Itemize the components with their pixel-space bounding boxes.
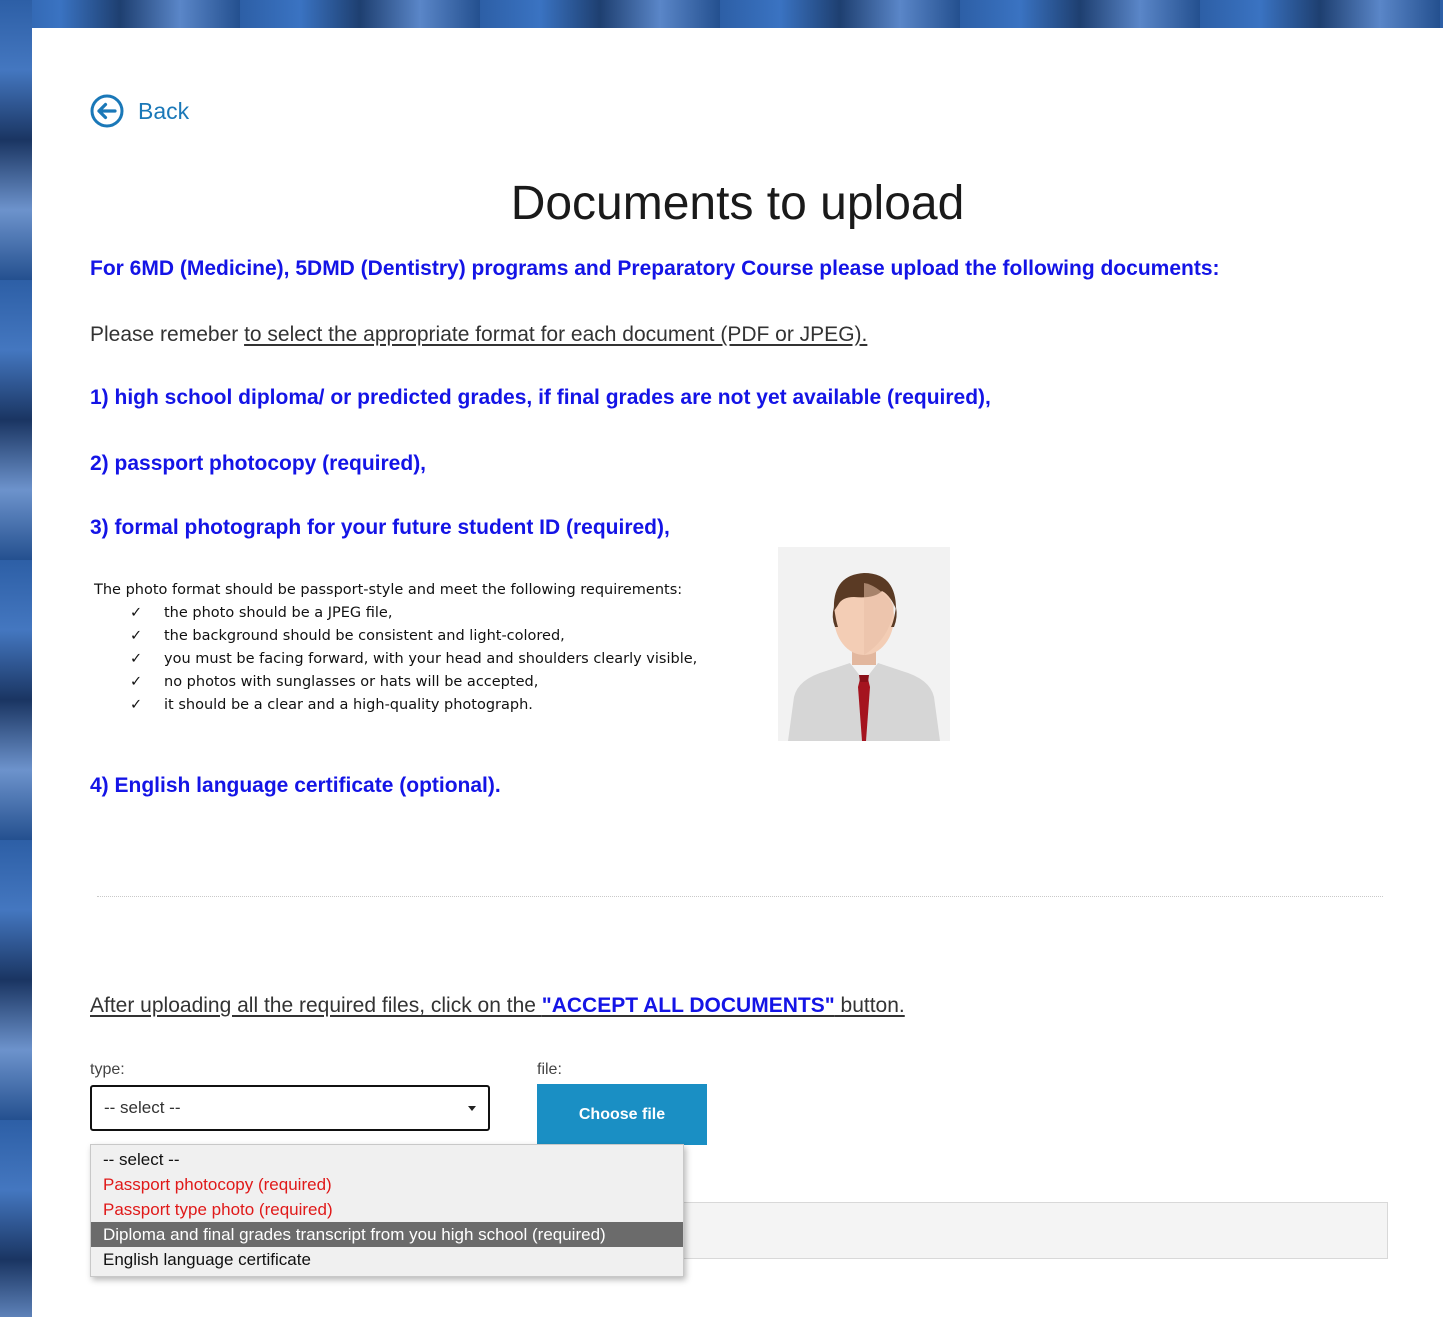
option-passport-photocopy[interactable]: Passport photocopy (required) xyxy=(91,1172,683,1197)
photo-requirement-text: you must be facing forward, with your he… xyxy=(164,651,698,667)
type-label: type: xyxy=(90,1061,125,1078)
accept-instruction-prefix: After uploading all the required files, … xyxy=(90,994,542,1017)
accept-all-documents-link[interactable]: "ACCEPT ALL DOCUMENTS" xyxy=(542,994,835,1017)
document-item-4: 4) English language certificate (optiona… xyxy=(90,774,501,797)
photo-requirement-item: ✓ you must be facing forward, with your h… xyxy=(130,648,697,671)
document-type-options: -- select -- Passport photocopy (require… xyxy=(90,1144,684,1277)
format-reminder: Please remeber to select the appropriate… xyxy=(90,323,867,347)
back-link[interactable]: Back xyxy=(90,94,189,128)
check-icon: ✓ xyxy=(130,628,143,644)
file-label: file: xyxy=(537,1061,562,1078)
option-diploma-transcript[interactable]: Diploma and final grades transcript from… xyxy=(91,1222,683,1247)
option-passport-type-photo[interactable]: Passport type photo (required) xyxy=(91,1197,683,1222)
format-reminder-prefix: Please remeber xyxy=(90,323,245,346)
option-select-placeholder[interactable]: -- select -- xyxy=(91,1147,683,1172)
caret-down-icon xyxy=(468,1105,476,1111)
photo-requirements-heading: The photo format should be passport-styl… xyxy=(94,582,683,598)
person-avatar-icon xyxy=(778,547,950,741)
photo-requirement-text: it should be a clear and a high-quality … xyxy=(164,697,533,713)
photo-requirements: The photo format should be passport-styl… xyxy=(94,579,697,717)
photo-requirement-text: the photo should be a JPEG file, xyxy=(164,605,393,621)
photo-requirement-item: ✓ no photos with sunglasses or hats will … xyxy=(130,671,697,694)
check-icon: ✓ xyxy=(130,605,143,621)
accept-instruction: After uploading all the required files, … xyxy=(90,994,905,1018)
back-label: Back xyxy=(138,97,190,124)
choose-file-button[interactable]: Choose file xyxy=(537,1084,707,1145)
check-icon: ✓ xyxy=(130,674,143,690)
uploaded-files-area xyxy=(682,1202,1388,1259)
content-panel: Back Documents to upload For 6MD (Medici… xyxy=(32,28,1443,1317)
background-banner-left xyxy=(0,0,32,1317)
photo-requirement-item: ✓ it should be a clear and a high-quality… xyxy=(130,694,697,717)
page-title: Documents to upload xyxy=(510,177,965,230)
section-divider xyxy=(97,896,1383,897)
circle-arrow-left-icon xyxy=(90,94,124,128)
photo-requirements-list: ✓ the photo should be a JPEG file, ✓ the b… xyxy=(94,602,697,717)
format-reminder-underlined: to select the appropriate format for eac… xyxy=(244,323,868,346)
photo-requirement-text: the background should be consistent and … xyxy=(164,628,565,644)
option-english-certificate[interactable]: English language certificate xyxy=(91,1247,683,1272)
check-icon: ✓ xyxy=(130,697,143,713)
example-photo-avatar xyxy=(778,547,950,741)
document-type-selected-value: -- select -- xyxy=(104,1098,181,1117)
photo-requirement-item: ✓ the background should be consistent and… xyxy=(130,625,697,648)
document-type-select[interactable]: -- select -- xyxy=(90,1085,490,1131)
document-item-1: 1) high school diploma/ or predicted gra… xyxy=(90,386,991,409)
photo-requirement-item: ✓ the photo should be a JPEG file, xyxy=(130,602,697,625)
document-item-3: 3) formal photograph for your future stu… xyxy=(90,516,670,539)
check-icon: ✓ xyxy=(130,651,143,667)
background-banner-top xyxy=(0,0,1443,28)
photo-requirement-text: no photos with sunglasses or hats will b… xyxy=(164,674,539,690)
document-item-2: 2) passport photocopy (required), xyxy=(90,452,427,475)
intro-text: For 6MD (Medicine), 5DMD (Dentistry) pro… xyxy=(90,257,1220,280)
accept-instruction-suffix: button. xyxy=(834,994,905,1017)
